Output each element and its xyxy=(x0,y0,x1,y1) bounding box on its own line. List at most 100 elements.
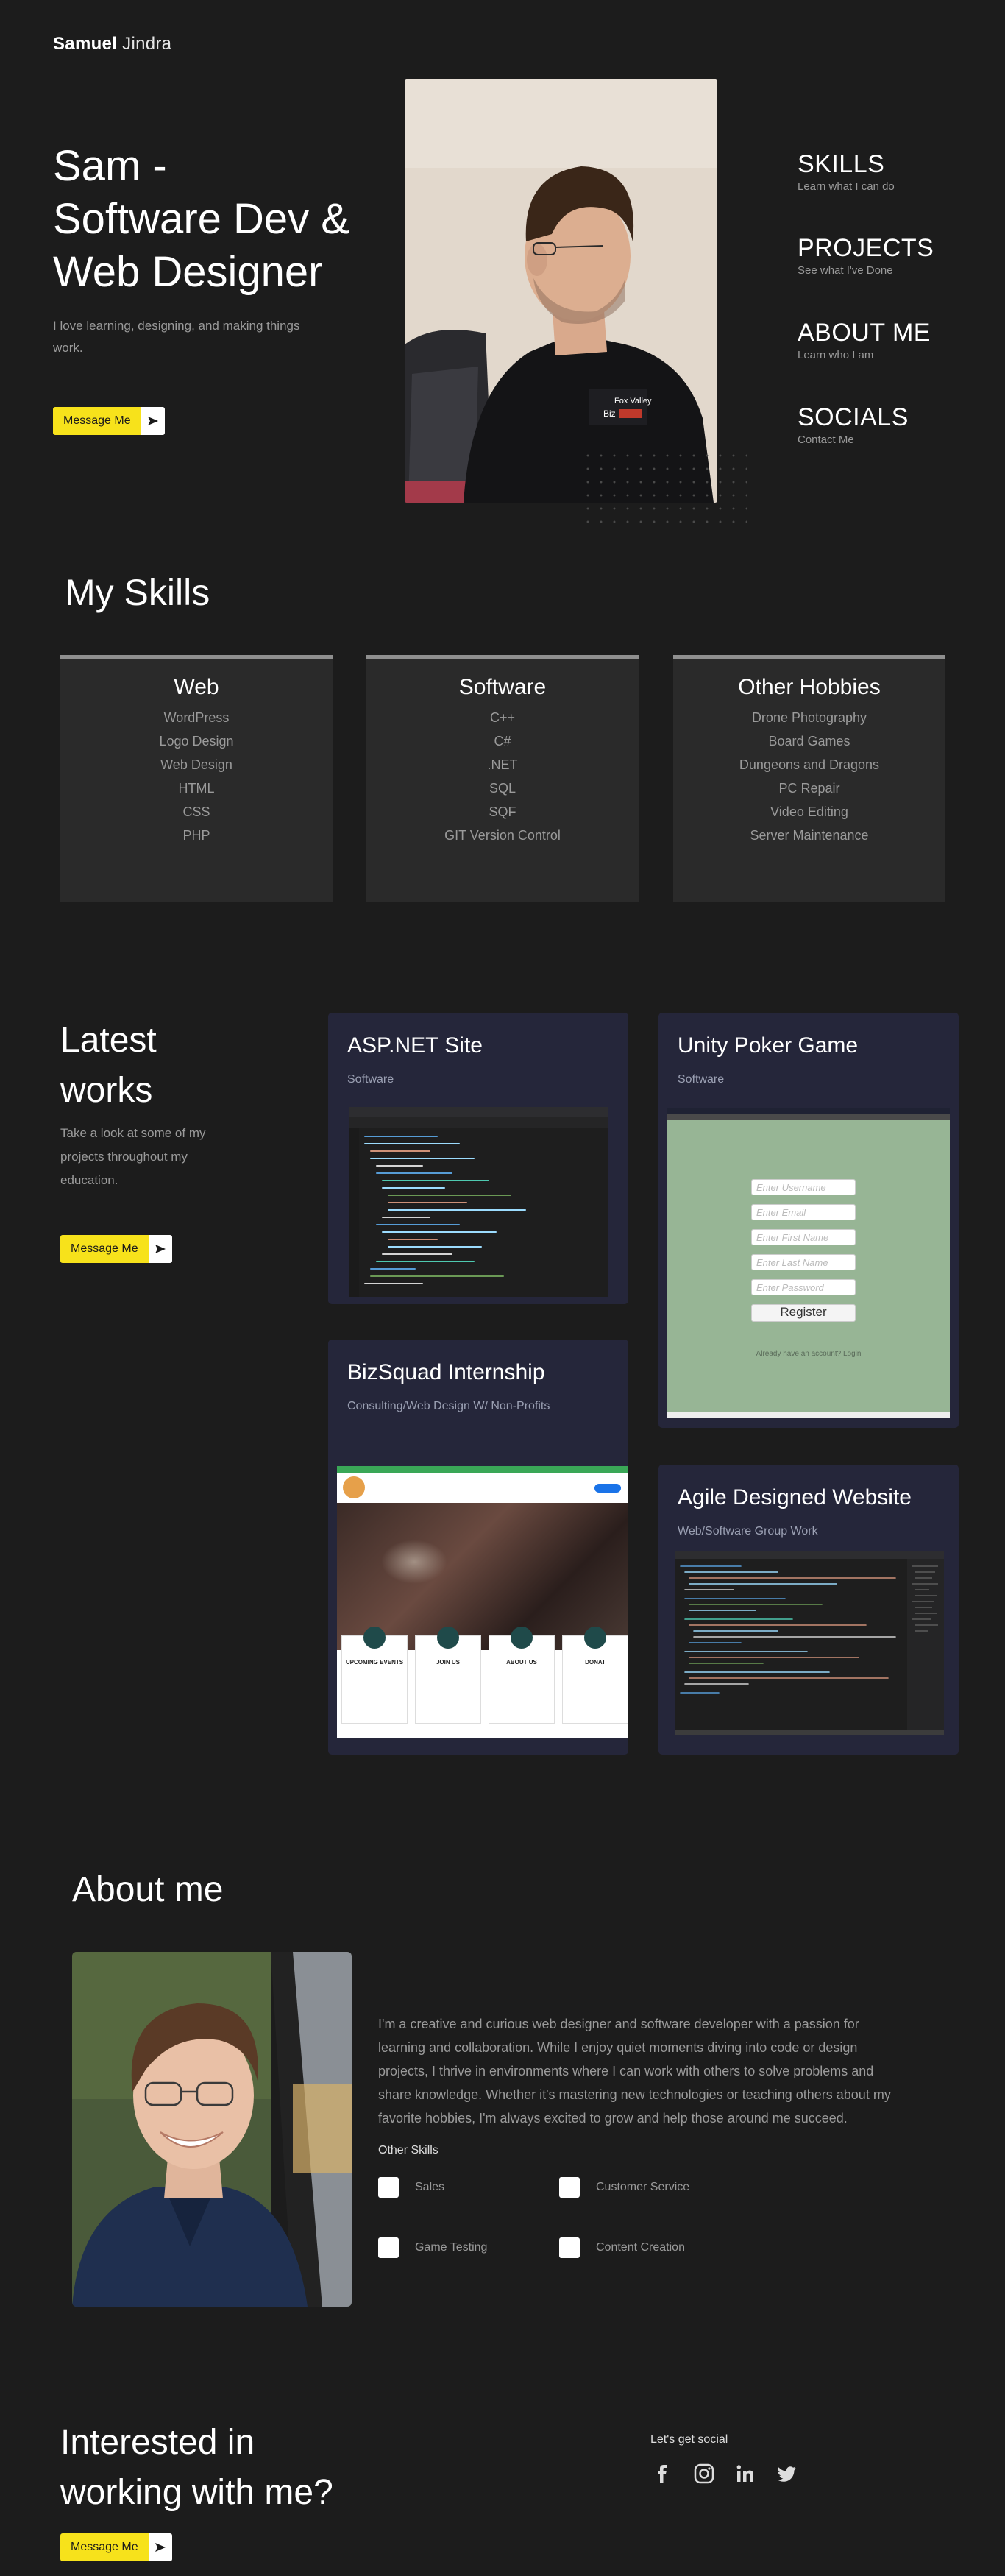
hero-title-line: Web Designer xyxy=(53,248,323,296)
bizsquad-tile-label: UPCOMING EVENTS xyxy=(345,1659,404,1666)
checkbox-icon xyxy=(378,2237,399,2258)
work-card-title: BizSquad Internship xyxy=(347,1360,545,1384)
decorative-dot-grid xyxy=(581,449,747,530)
send-icon xyxy=(141,407,165,435)
work-card-subtitle: Software xyxy=(678,1073,725,1086)
brand-logo[interactable]: Samuel Jindra xyxy=(53,34,171,54)
checkbox-icon xyxy=(559,2177,580,2198)
other-skill-label: Game Testing xyxy=(415,2241,488,2254)
work-card-subtitle: Web/Software Group Work xyxy=(678,1525,818,1538)
bizsquad-website-screenshot: UPCOMING EVENTS JOIN US ABOUT US DONAT xyxy=(337,1466,628,1738)
work-card-agile-website[interactable]: Agile Designed Website Web/Software Grou… xyxy=(658,1465,959,1755)
contact-title-line: Interested in xyxy=(60,2423,255,2462)
instagram-icon[interactable] xyxy=(692,2461,717,2486)
skills-section-title: My Skills xyxy=(65,572,210,613)
skill-item: GIT Version Control xyxy=(444,828,561,843)
work-card-title: ASP.NET Site xyxy=(347,1033,483,1058)
other-skills-label: Other Skills xyxy=(378,2144,438,2156)
skill-card-heading: Software xyxy=(458,675,547,699)
nav-title: SOCIALS xyxy=(798,403,909,431)
skill-item: .NET xyxy=(487,757,518,772)
skill-item: Dungeons and Dragons xyxy=(739,757,880,772)
other-skill-sales: Sales xyxy=(378,2177,444,2198)
social-links xyxy=(650,2461,799,2486)
skill-item: C++ xyxy=(489,710,516,725)
skill-card-software: Software C++ C# .NET SQL SQF GIT Version… xyxy=(366,655,639,902)
nav-title: ABOUT ME xyxy=(798,319,931,347)
nav-projects[interactable]: PROJECTS See what I've Done xyxy=(798,234,967,277)
other-skill-customer-service: Customer Service xyxy=(559,2177,689,2198)
skill-item: HTML xyxy=(178,781,215,796)
twitter-icon[interactable] xyxy=(774,2461,799,2486)
work-card-subtitle: Consulting/Web Design W/ Non-Profits xyxy=(347,1400,550,1412)
hero-title-line: Sam - xyxy=(53,142,167,190)
other-skill-label: Sales xyxy=(415,2181,445,2193)
about-description: I'm a creative and curious web designer … xyxy=(378,2017,891,2126)
skill-card-hobbies: Other Hobbies Drone Photography Board Ga… xyxy=(673,655,945,902)
hero-portrait-photo: Fox Valley Biz xyxy=(405,79,717,503)
send-icon xyxy=(148,2533,172,2561)
works-section-title: Latest works xyxy=(60,1016,237,1116)
works-message-button[interactable]: Message Me xyxy=(60,1235,172,1263)
skill-item: SQF xyxy=(489,804,516,819)
checkbox-icon xyxy=(559,2237,580,2258)
checkbox-icon xyxy=(378,2177,399,2198)
other-skill-label: Content Creation xyxy=(596,2241,685,2254)
hero-message-button[interactable]: Message Me xyxy=(53,407,165,435)
skill-item: CSS xyxy=(182,804,210,819)
nav-about-me[interactable]: ABOUT ME Learn who I am xyxy=(798,319,967,361)
skill-item: Board Games xyxy=(768,734,850,749)
brand-first-name: Samuel xyxy=(53,34,118,54)
nav-socials[interactable]: SOCIALS Contact Me xyxy=(798,403,967,446)
work-card-bizsquad[interactable]: BizSquad Internship Consulting/Web Desig… xyxy=(328,1340,628,1755)
skill-card-heading: Other Hobbies xyxy=(738,675,881,699)
message-button-label: Message Me xyxy=(60,2533,149,2561)
hero-title-line: Software Dev & xyxy=(53,195,349,243)
unity-register-button: Register xyxy=(751,1304,856,1322)
skill-item: PHP xyxy=(182,828,210,843)
skill-card-heading: Web xyxy=(174,675,219,699)
work-card-title: Agile Designed Website xyxy=(678,1485,912,1510)
about-section-title: About me xyxy=(72,1870,224,1909)
nav-skills[interactable]: SKILLS Learn what I can do xyxy=(798,150,967,193)
contact-title-line: working with me? xyxy=(60,2473,333,2512)
works-subtitle: Take a look at some of my projects throu… xyxy=(60,1126,206,1187)
work-card-aspnet[interactable]: ASP.NET Site Software xyxy=(328,1013,628,1304)
about-portrait-photo xyxy=(72,1952,352,2307)
skill-item: Drone Photography xyxy=(751,710,867,725)
svg-text:Fox Valley: Fox Valley xyxy=(614,397,652,406)
hero-subtitle: I love learning, designing, and making t… xyxy=(53,319,300,355)
works-title-line: works xyxy=(60,1071,153,1110)
svg-text:Biz: Biz xyxy=(603,408,616,419)
agile-code-screenshot xyxy=(675,1551,944,1735)
skill-item: PC Repair xyxy=(778,781,840,796)
unity-last-name-field: Enter Last Name xyxy=(751,1254,856,1270)
contact-message-button[interactable]: Message Me xyxy=(60,2533,172,2561)
nav-subtitle: Contact Me xyxy=(798,434,854,446)
nav-subtitle: See what I've Done xyxy=(798,264,893,277)
skill-item: Logo Design xyxy=(159,734,234,749)
social-title: Let's get social xyxy=(650,2433,728,2446)
skill-item: C# xyxy=(494,734,511,749)
brand-last-name: Jindra xyxy=(122,34,172,54)
other-skill-label: Customer Service xyxy=(596,2181,690,2193)
bizsquad-tile-label: JOIN US xyxy=(436,1659,460,1666)
other-skill-content-creation: Content Creation xyxy=(559,2237,685,2258)
facebook-icon[interactable] xyxy=(650,2461,675,2486)
aspnet-code-screenshot xyxy=(349,1107,608,1297)
skill-item: SQL xyxy=(489,781,516,796)
message-button-label: Message Me xyxy=(60,1235,149,1263)
other-skill-game-testing: Game Testing xyxy=(378,2237,487,2258)
unity-login-link: Already have an account? Login xyxy=(756,1350,862,1358)
nav-title: SKILLS xyxy=(798,150,885,178)
message-button-label: Message Me xyxy=(53,407,141,435)
hero-title: Sam - Software Dev & Web Designer xyxy=(53,140,377,299)
work-card-unity-poker[interactable]: Unity Poker Game Software Enter Username… xyxy=(658,1013,959,1428)
skill-card-web: Web WordPress Logo Design Web Design HTM… xyxy=(60,655,333,902)
nav-subtitle: Learn who I am xyxy=(798,349,874,361)
send-icon xyxy=(148,1235,172,1263)
linkedin-icon[interactable] xyxy=(733,2461,758,2486)
unity-password-field: Enter Password xyxy=(751,1279,856,1295)
work-card-subtitle: Software xyxy=(347,1073,394,1086)
unity-email-field: Enter Email xyxy=(751,1204,856,1220)
